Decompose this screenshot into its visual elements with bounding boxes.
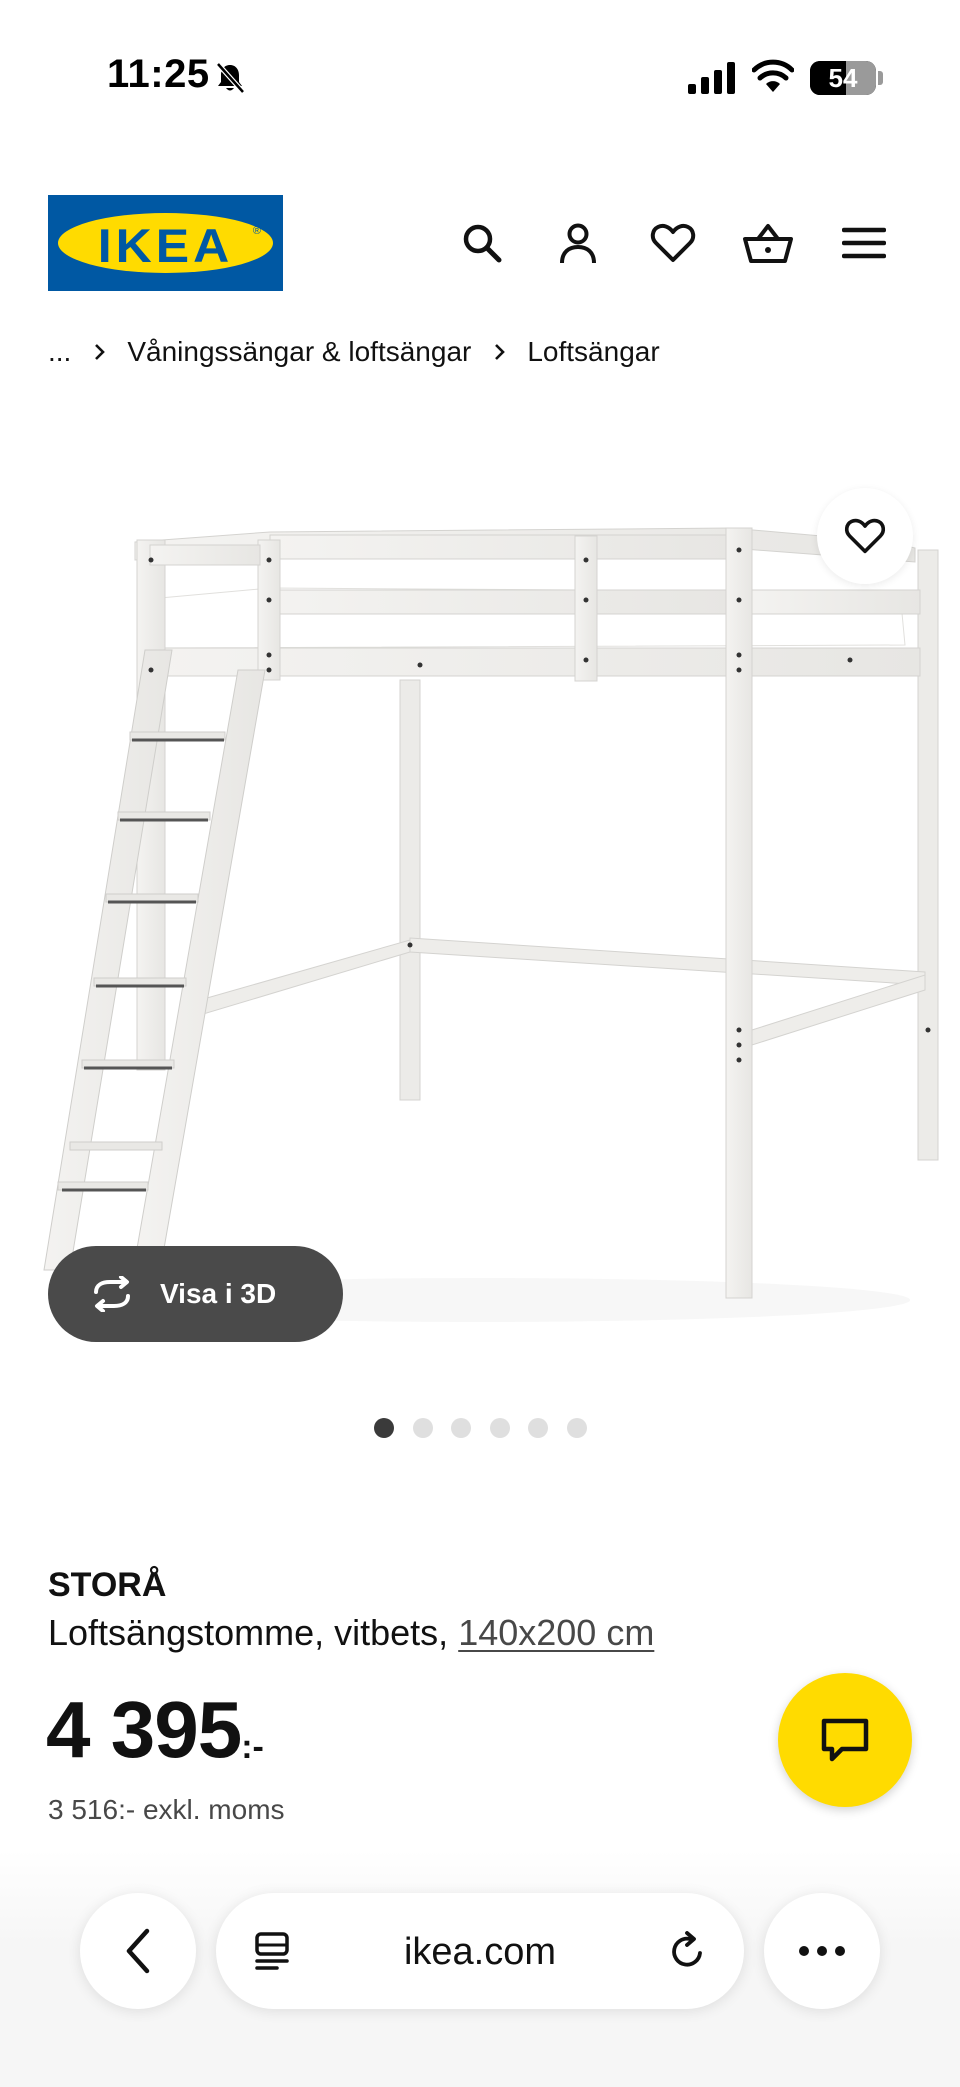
product-type: Loftsängstomme, vitbets, <box>48 1612 449 1653</box>
cart-button[interactable] <box>740 215 796 271</box>
breadcrumb: ... Våningssängar & loftsängar Loftsänga… <box>48 332 660 372</box>
product-name: STORÅ <box>48 1566 167 1604</box>
battery-level: 54 <box>828 63 858 93</box>
status-time: 11:25 <box>107 52 210 96</box>
breadcrumb-loft-beds[interactable]: Loftsängar <box>527 336 659 368</box>
carousel-dot-1[interactable] <box>374 1418 394 1438</box>
carousel-dot-3[interactable] <box>451 1418 471 1438</box>
back-icon <box>126 1928 150 1974</box>
chat-button[interactable] <box>778 1673 912 1807</box>
search-button[interactable] <box>454 215 510 271</box>
menu-icon <box>842 227 886 259</box>
carousel-dot-5[interactable] <box>528 1418 548 1438</box>
price-suffix: :- <box>241 1728 264 1766</box>
signal-icon <box>688 62 735 94</box>
price-excl-vat: 3 516:- exkl. moms <box>48 1794 285 1825</box>
heart-icon <box>844 518 886 554</box>
price-value: 4 395 <box>46 1685 242 1774</box>
account-button[interactable] <box>550 215 606 271</box>
chevron-right-icon <box>495 344 506 360</box>
ikea-logo[interactable]: IKEA ® <box>48 195 283 291</box>
browser-url-bar[interactable]: ikea.com <box>216 1893 744 2009</box>
product-favorite-button[interactable] <box>817 488 913 584</box>
breadcrumb-ellipsis[interactable]: ... <box>48 336 71 368</box>
more-icon <box>799 1946 845 1956</box>
logo-text: IKEA <box>97 219 234 273</box>
chat-icon <box>821 1718 869 1762</box>
logo-registered-mark: ® <box>252 225 261 237</box>
url-text[interactable]: ikea.com <box>216 1931 744 1974</box>
carousel-dot-2[interactable] <box>412 1418 433 1438</box>
breadcrumb-bunk-loft-beds[interactable]: Våningssängar & loftsängar <box>127 336 471 368</box>
account-icon <box>560 223 596 264</box>
wishlist-button[interactable] <box>645 215 701 271</box>
menu-button[interactable] <box>836 215 892 271</box>
chevron-right-icon <box>95 344 106 360</box>
size-link[interactable]: 140x200 cm <box>458 1612 654 1653</box>
view-3d-label: Visa i 3D <box>160 1278 277 1309</box>
carousel-dot-6[interactable] <box>566 1418 587 1438</box>
browser-back-button[interactable] <box>80 1893 196 2009</box>
bell-muted-icon <box>216 62 245 94</box>
battery-icon: 54 <box>810 61 876 95</box>
search-icon <box>463 224 502 263</box>
rotate-3d-icon <box>94 1276 130 1312</box>
heart-icon <box>650 223 696 262</box>
view-3d-button[interactable]: Visa i 3D <box>48 1246 343 1342</box>
reload-icon[interactable] <box>668 1931 708 1971</box>
cart-icon <box>743 224 793 263</box>
product-price: 4 395 :- <box>46 1690 264 1770</box>
wifi-icon <box>752 59 794 92</box>
site-header: IKEA ® <box>48 195 912 291</box>
carousel-dot-4[interactable] <box>489 1418 510 1438</box>
status-bar: 11:25 54 <box>0 0 960 150</box>
image-carousel-dots <box>374 1418 605 1438</box>
battery-cap <box>878 71 883 85</box>
product-description: Loftsängstomme, vitbets, 140x200 cm <box>48 1612 654 1654</box>
browser-more-button[interactable] <box>764 1893 880 2009</box>
